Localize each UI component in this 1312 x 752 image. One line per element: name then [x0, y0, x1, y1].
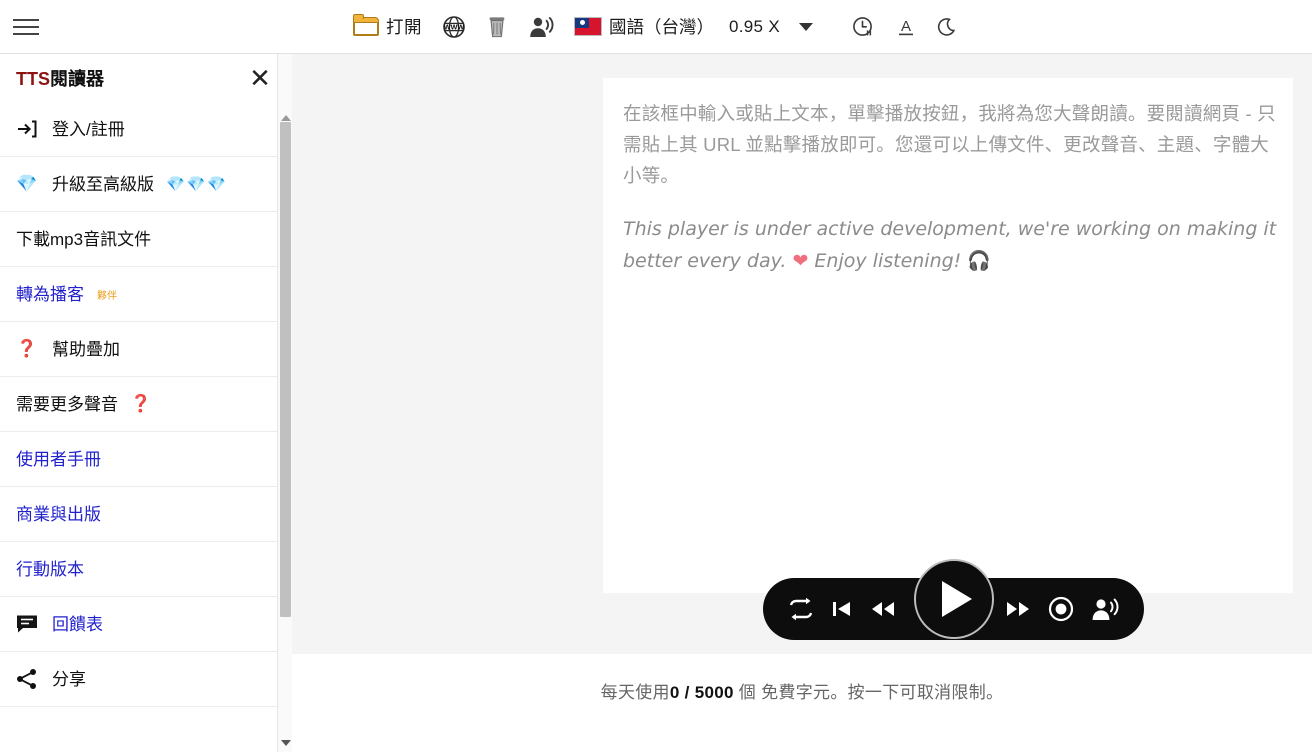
footer-strip	[292, 654, 1312, 752]
sidebar-header: TTS閱讀器 ✕	[0, 54, 291, 102]
editor-note-en: This player is under active development,…	[623, 213, 1277, 277]
previous-button[interactable]	[830, 597, 854, 621]
sidebar-item-download-mp3[interactable]: 下載mp3音訊文件	[0, 212, 291, 267]
editor-note-part2: Enjoy listening!	[808, 250, 968, 272]
partner-badge: 夥伴	[97, 290, 117, 302]
status-free-chars: 免費字元。	[761, 683, 848, 702]
text-editor-area[interactable]: 在該框中輸入或貼上文本，單擊播放按鈕，我將為您大聲朗讀。要閱讀網頁 - 只需貼上…	[603, 78, 1293, 593]
sidebar-item-label: 轉為播客	[16, 284, 84, 304]
language-selector[interactable]: 國語（台灣） 0.95 X	[564, 7, 823, 47]
scrollbar-thumb[interactable]	[280, 122, 291, 617]
voice-select-button[interactable]	[518, 7, 564, 47]
gem-icon: 💎	[16, 174, 38, 193]
sidebar-panel: TTS閱讀器 ✕ 登入/註冊 💎 升級至高級版 💎💎💎 下載mp3音訊文件 轉為…	[0, 54, 292, 752]
sidebar-item-label: 分享	[52, 669, 86, 689]
sidebar-item-login[interactable]: 登入/註冊	[0, 102, 291, 157]
taiwan-flag-icon	[574, 17, 603, 36]
play-button[interactable]	[914, 559, 994, 639]
sidebar-item-more-voices[interactable]: 需要更多聲音 ❓	[0, 377, 291, 432]
main-content: 在該框中輸入或貼上文本，單擊播放按鈕，我將為您大聲朗讀。要閱讀網頁 - 只需貼上…	[292, 54, 1312, 752]
sidebar-item-feedback-form[interactable]: 回饋表	[0, 597, 291, 652]
headphones-icon: 🎧	[967, 250, 992, 272]
status-unit: 個	[738, 683, 757, 702]
scroll-down-arrow-icon[interactable]	[278, 735, 293, 751]
sidebar-item-upgrade-premium[interactable]: 💎 升級至高級版 💎💎💎	[0, 157, 291, 212]
sidebar-item-label: 登入/註冊	[52, 119, 125, 139]
feedback-chat-icon	[14, 614, 40, 634]
sidebar-item-label: 回饋表	[52, 614, 103, 634]
playback-rate-value: 0.95 X	[729, 16, 780, 36]
svg-text:WWW: WWW	[444, 22, 465, 31]
sidebar-item-label: 下載mp3音訊文件	[16, 229, 152, 249]
globe-www-icon: WWW	[443, 15, 465, 38]
hamburger-menu-icon[interactable]	[4, 5, 48, 49]
status-prefix: 每天使用	[600, 683, 670, 702]
forward-button[interactable]	[1004, 599, 1032, 619]
trash-icon	[489, 16, 505, 37]
folder-open-icon	[353, 14, 380, 36]
rewind-button[interactable]	[869, 599, 897, 619]
sidebar-item-share[interactable]: 分享	[0, 652, 291, 707]
sidebar-title: TTS閱讀器	[16, 65, 104, 91]
status-slash: /	[684, 683, 690, 702]
question-mark-icon: ❓	[16, 339, 38, 358]
login-arrow-icon	[14, 118, 40, 140]
sidebar-item-label: 升級至高級版	[52, 174, 154, 194]
font-format-icon: A	[898, 18, 913, 35]
sidebar-item-label: 行動版本	[16, 559, 84, 579]
hamburger-bar	[13, 32, 39, 35]
close-icon[interactable]: ✕	[245, 63, 275, 93]
font-settings-button[interactable]: A	[885, 7, 927, 47]
gem-icon-group: 💎💎💎	[166, 176, 229, 193]
sidebar-item-label: 使用者手冊	[16, 449, 101, 469]
sleep-timer-icon	[853, 16, 872, 36]
share-icon	[14, 668, 40, 690]
sidebar-item-user-manual[interactable]: 使用者手冊	[0, 432, 291, 487]
question-mark-icon: ❓	[130, 394, 152, 413]
open-file-label: 打開	[386, 17, 423, 37]
repeat-button[interactable]	[787, 596, 815, 622]
record-button[interactable]	[1047, 595, 1075, 623]
hamburger-bar	[13, 18, 39, 21]
sidebar-item-list: 登入/註冊 💎 升級至高級版 💎💎💎 下載mp3音訊文件 轉為播客 夥伴 ❓ 幫助…	[0, 102, 291, 707]
sidebar-item-label: 幫助疊加	[52, 339, 120, 359]
dark-mode-button[interactable]	[927, 7, 969, 47]
sidebar-item-business-publishing[interactable]: 商業與出版	[0, 487, 291, 542]
voice-button[interactable]	[1090, 597, 1120, 621]
status-used-count: 0	[669, 683, 680, 702]
sidebar-scrollbar[interactable]	[277, 54, 292, 752]
status-suffix: 按一下可取消限制。	[847, 683, 1004, 702]
status-limit: 5000	[694, 683, 734, 702]
sidebar-title-accent: TTS	[16, 69, 50, 89]
app-root: 打開 WWW 國語（台灣） 0.95 X A TTS閱讀器 ✕ 登入/註冊 💎 …	[0, 0, 1312, 752]
sidebar-item-label: 需要更多聲音	[16, 394, 118, 414]
heart-icon: ❤	[792, 250, 809, 272]
dark-mode-moon-icon	[937, 17, 956, 36]
open-url-button[interactable]: WWW	[432, 7, 476, 47]
voice-person-icon	[530, 16, 554, 37]
sidebar-item-mobile-version[interactable]: 行動版本	[0, 542, 291, 597]
usage-status-text: 每天使用0 / 5000 個 免費字元。按一下可取消限制。	[292, 678, 1312, 703]
sidebar-item-help-overlay[interactable]: ❓ 幫助疊加	[0, 322, 291, 377]
open-file-button[interactable]: 打開	[343, 7, 432, 47]
sidebar-item-convert-podcast[interactable]: 轉為播客 夥伴	[0, 267, 291, 322]
language-name: 國語（台灣）	[609, 17, 715, 37]
sidebar-title-rest: 閱讀器	[50, 69, 104, 89]
hamburger-bar	[13, 25, 39, 28]
editor-placeholder-zh: 在該框中輸入或貼上文本，單擊播放按鈕，我將為您大聲朗讀。要閱讀網頁 - 只需貼上…	[623, 103, 1276, 186]
chevron-down-icon[interactable]	[798, 22, 813, 31]
clear-text-button[interactable]	[476, 7, 518, 47]
play-icon	[942, 581, 972, 617]
sleep-timer-button[interactable]	[841, 7, 885, 47]
sidebar-item-label: 商業與出版	[16, 504, 101, 524]
svg-text:A: A	[901, 18, 911, 35]
